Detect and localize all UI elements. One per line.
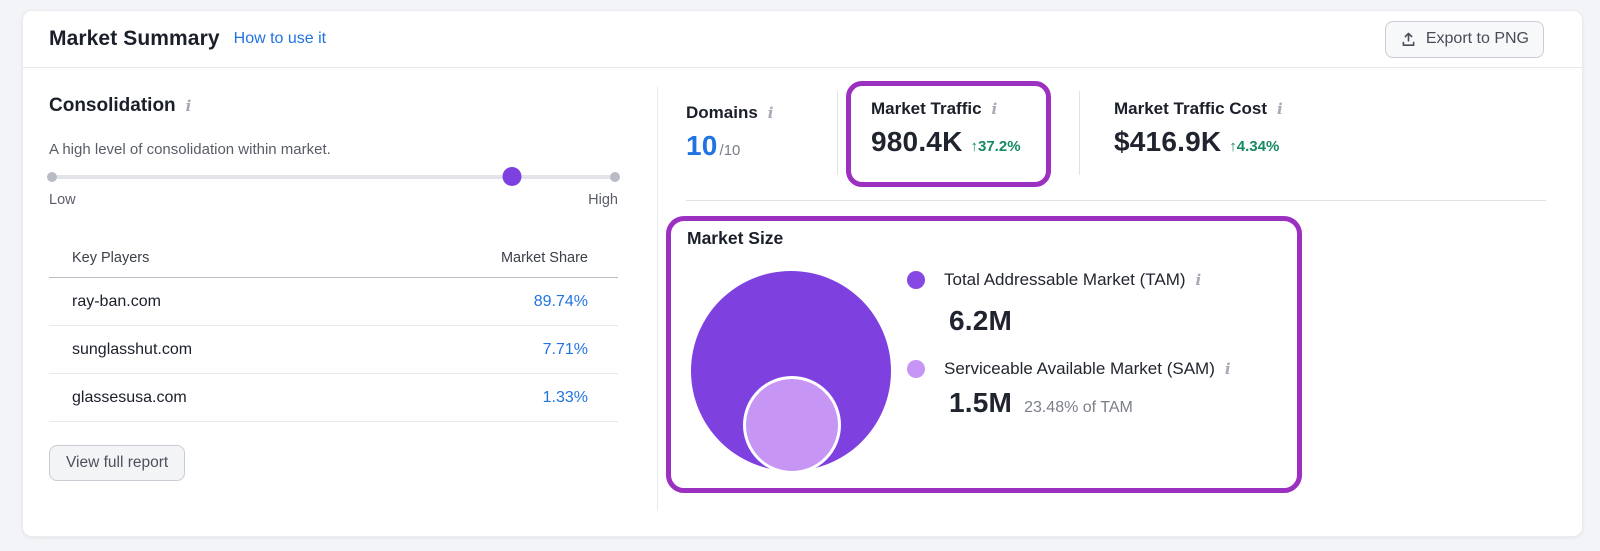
key-player-domain: glassesusa.com <box>72 389 187 407</box>
metric-divider <box>1079 91 1080 175</box>
domains-total: /10 <box>720 142 741 159</box>
table-row: ray-ban.com 89.74% <box>49 278 618 326</box>
page-title: Market Summary <box>49 27 220 51</box>
slider-labels: Low High <box>49 192 618 208</box>
info-icon[interactable]: i <box>1225 362 1231 377</box>
market-traffic-metric: Market Traffic i 980.4K ↑37.2% <box>871 99 1021 158</box>
market-size-highlight-box: Market Size Total Addressable Market (TA… <box>666 216 1302 493</box>
consolidation-header: Consolidation i <box>49 95 191 117</box>
sam-value-row: 1.5M 23.48% of TAM <box>949 387 1133 419</box>
market-summary-card: Market Summary How to use it Export to P… <box>22 10 1583 537</box>
tam-label: Total Addressable Market (TAM) <box>944 270 1186 290</box>
how-to-use-link[interactable]: How to use it <box>234 30 326 48</box>
slider-end-dot-low <box>47 172 57 182</box>
sam-bubble <box>743 376 841 474</box>
sam-legend-dot <box>907 360 925 378</box>
info-icon[interactable]: i <box>768 106 774 121</box>
slider-thumb <box>503 167 522 186</box>
slider-low-label: Low <box>49 192 76 208</box>
sam-percent-of-tam: 23.48% of TAM <box>1024 399 1133 417</box>
column-divider <box>657 87 658 511</box>
export-button-label: Export to PNG <box>1426 30 1529 48</box>
info-icon[interactable]: i <box>1277 102 1283 117</box>
tam-legend-row: Total Addressable Market (TAM) i <box>907 270 1201 290</box>
column-header-market-share: Market Share <box>501 250 588 266</box>
sam-value: 1.5M <box>949 387 1012 419</box>
export-to-png-button[interactable]: Export to PNG <box>1385 21 1544 58</box>
info-icon[interactable]: i <box>1196 273 1202 288</box>
slider-high-label: High <box>588 192 618 208</box>
slider-end-dot-high <box>610 172 620 182</box>
domains-label: Domains <box>686 103 758 123</box>
domains-metric: Domains i 10 /10 <box>686 103 774 162</box>
market-traffic-cost-label: Market Traffic Cost <box>1114 99 1267 119</box>
key-player-domain: sunglasshut.com <box>72 341 192 359</box>
tam-value: 6.2M <box>949 305 1012 337</box>
consolidation-description: A high level of consolidation within mar… <box>49 141 331 158</box>
info-icon[interactable]: i <box>186 99 192 114</box>
tam-value-row: 6.2M <box>949 305 1012 337</box>
table-row: sunglasshut.com 7.71% <box>49 326 618 374</box>
sam-legend-row: Serviceable Available Market (SAM) i <box>907 359 1231 379</box>
table-row: glassesusa.com 1.33% <box>49 374 618 422</box>
key-players-table: Key Players Market Share ray-ban.com 89.… <box>49 230 618 422</box>
table-header-row: Key Players Market Share <box>49 230 618 278</box>
tam-legend-dot <box>907 271 925 289</box>
domains-value: 10 <box>686 130 718 162</box>
market-traffic-cost-change: ↑4.34% <box>1229 138 1279 155</box>
market-share-value[interactable]: 1.33% <box>543 389 588 407</box>
metric-divider <box>837 91 838 175</box>
sam-label: Serviceable Available Market (SAM) <box>944 359 1215 379</box>
market-traffic-change: ↑37.2% <box>971 138 1021 155</box>
market-size-title: Market Size <box>687 228 783 249</box>
market-traffic-cost-value: $416.9K <box>1114 126 1221 158</box>
column-header-key-players: Key Players <box>72 250 149 266</box>
view-full-report-button[interactable]: View full report <box>49 445 185 481</box>
market-traffic-label: Market Traffic <box>871 99 982 119</box>
market-traffic-value: 980.4K <box>871 126 963 158</box>
market-share-value[interactable]: 7.71% <box>543 341 588 359</box>
info-icon[interactable]: i <box>992 102 998 117</box>
consolidation-slider: Low High <box>49 168 618 220</box>
market-share-value[interactable]: 89.74% <box>534 293 588 311</box>
key-player-domain: ray-ban.com <box>72 293 161 311</box>
metrics-bottom-divider <box>686 200 1546 201</box>
market-traffic-cost-metric: Market Traffic Cost i $416.9K ↑4.34% <box>1114 99 1283 158</box>
export-icon <box>1400 31 1417 48</box>
card-header: Market Summary How to use it Export to P… <box>23 11 1582 68</box>
consolidation-title: Consolidation <box>49 95 176 117</box>
slider-track <box>49 175 618 179</box>
